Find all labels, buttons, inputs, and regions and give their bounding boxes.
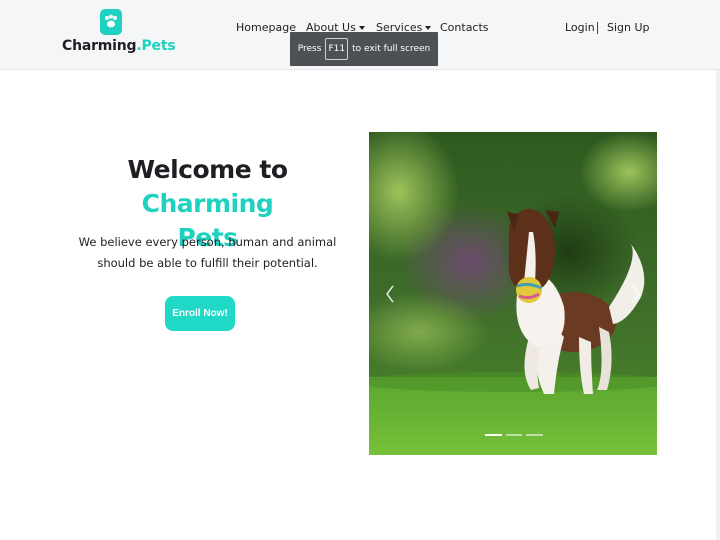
brand-name-accent: .Pets [136, 38, 176, 54]
hero-carousel[interactable] [369, 132, 657, 455]
nav-divider [597, 22, 598, 34]
signup-link[interactable]: Sign Up [607, 21, 650, 34]
nav-contacts[interactable]: Contacts [440, 21, 489, 34]
toast-key: F11 [325, 38, 349, 60]
hero-title-main: Welcome to [127, 155, 288, 184]
carousel-indicator[interactable] [485, 434, 502, 436]
fullscreen-toast: Press F11 to exit full screen [290, 32, 438, 66]
enroll-now-button[interactable]: Enroll Now! [165, 296, 235, 331]
chevron-right-icon[interactable] [629, 282, 643, 306]
brand-name: Charming.Pets [62, 38, 176, 54]
carousel-indicator[interactable] [526, 434, 544, 436]
chevron-left-icon[interactable] [383, 282, 397, 306]
login-link[interactable]: Login [565, 21, 595, 34]
page-scrollbar[interactable] [716, 70, 720, 540]
nav-homepage[interactable]: Homepage [236, 21, 296, 34]
toast-message: to exit full screen [352, 44, 431, 54]
hero-subtitle: We believe every person, human and anima… [78, 235, 337, 270]
toast-press: Press [297, 44, 322, 54]
caret-down-icon [358, 26, 365, 30]
hero-title-accent-1: Charming [141, 189, 274, 218]
carousel-indicators [485, 434, 544, 437]
caret-down-icon [425, 26, 432, 30]
brand-name-main: Charming [62, 38, 137, 54]
dog-photo [369, 132, 657, 455]
carousel-indicator[interactable] [505, 434, 523, 436]
